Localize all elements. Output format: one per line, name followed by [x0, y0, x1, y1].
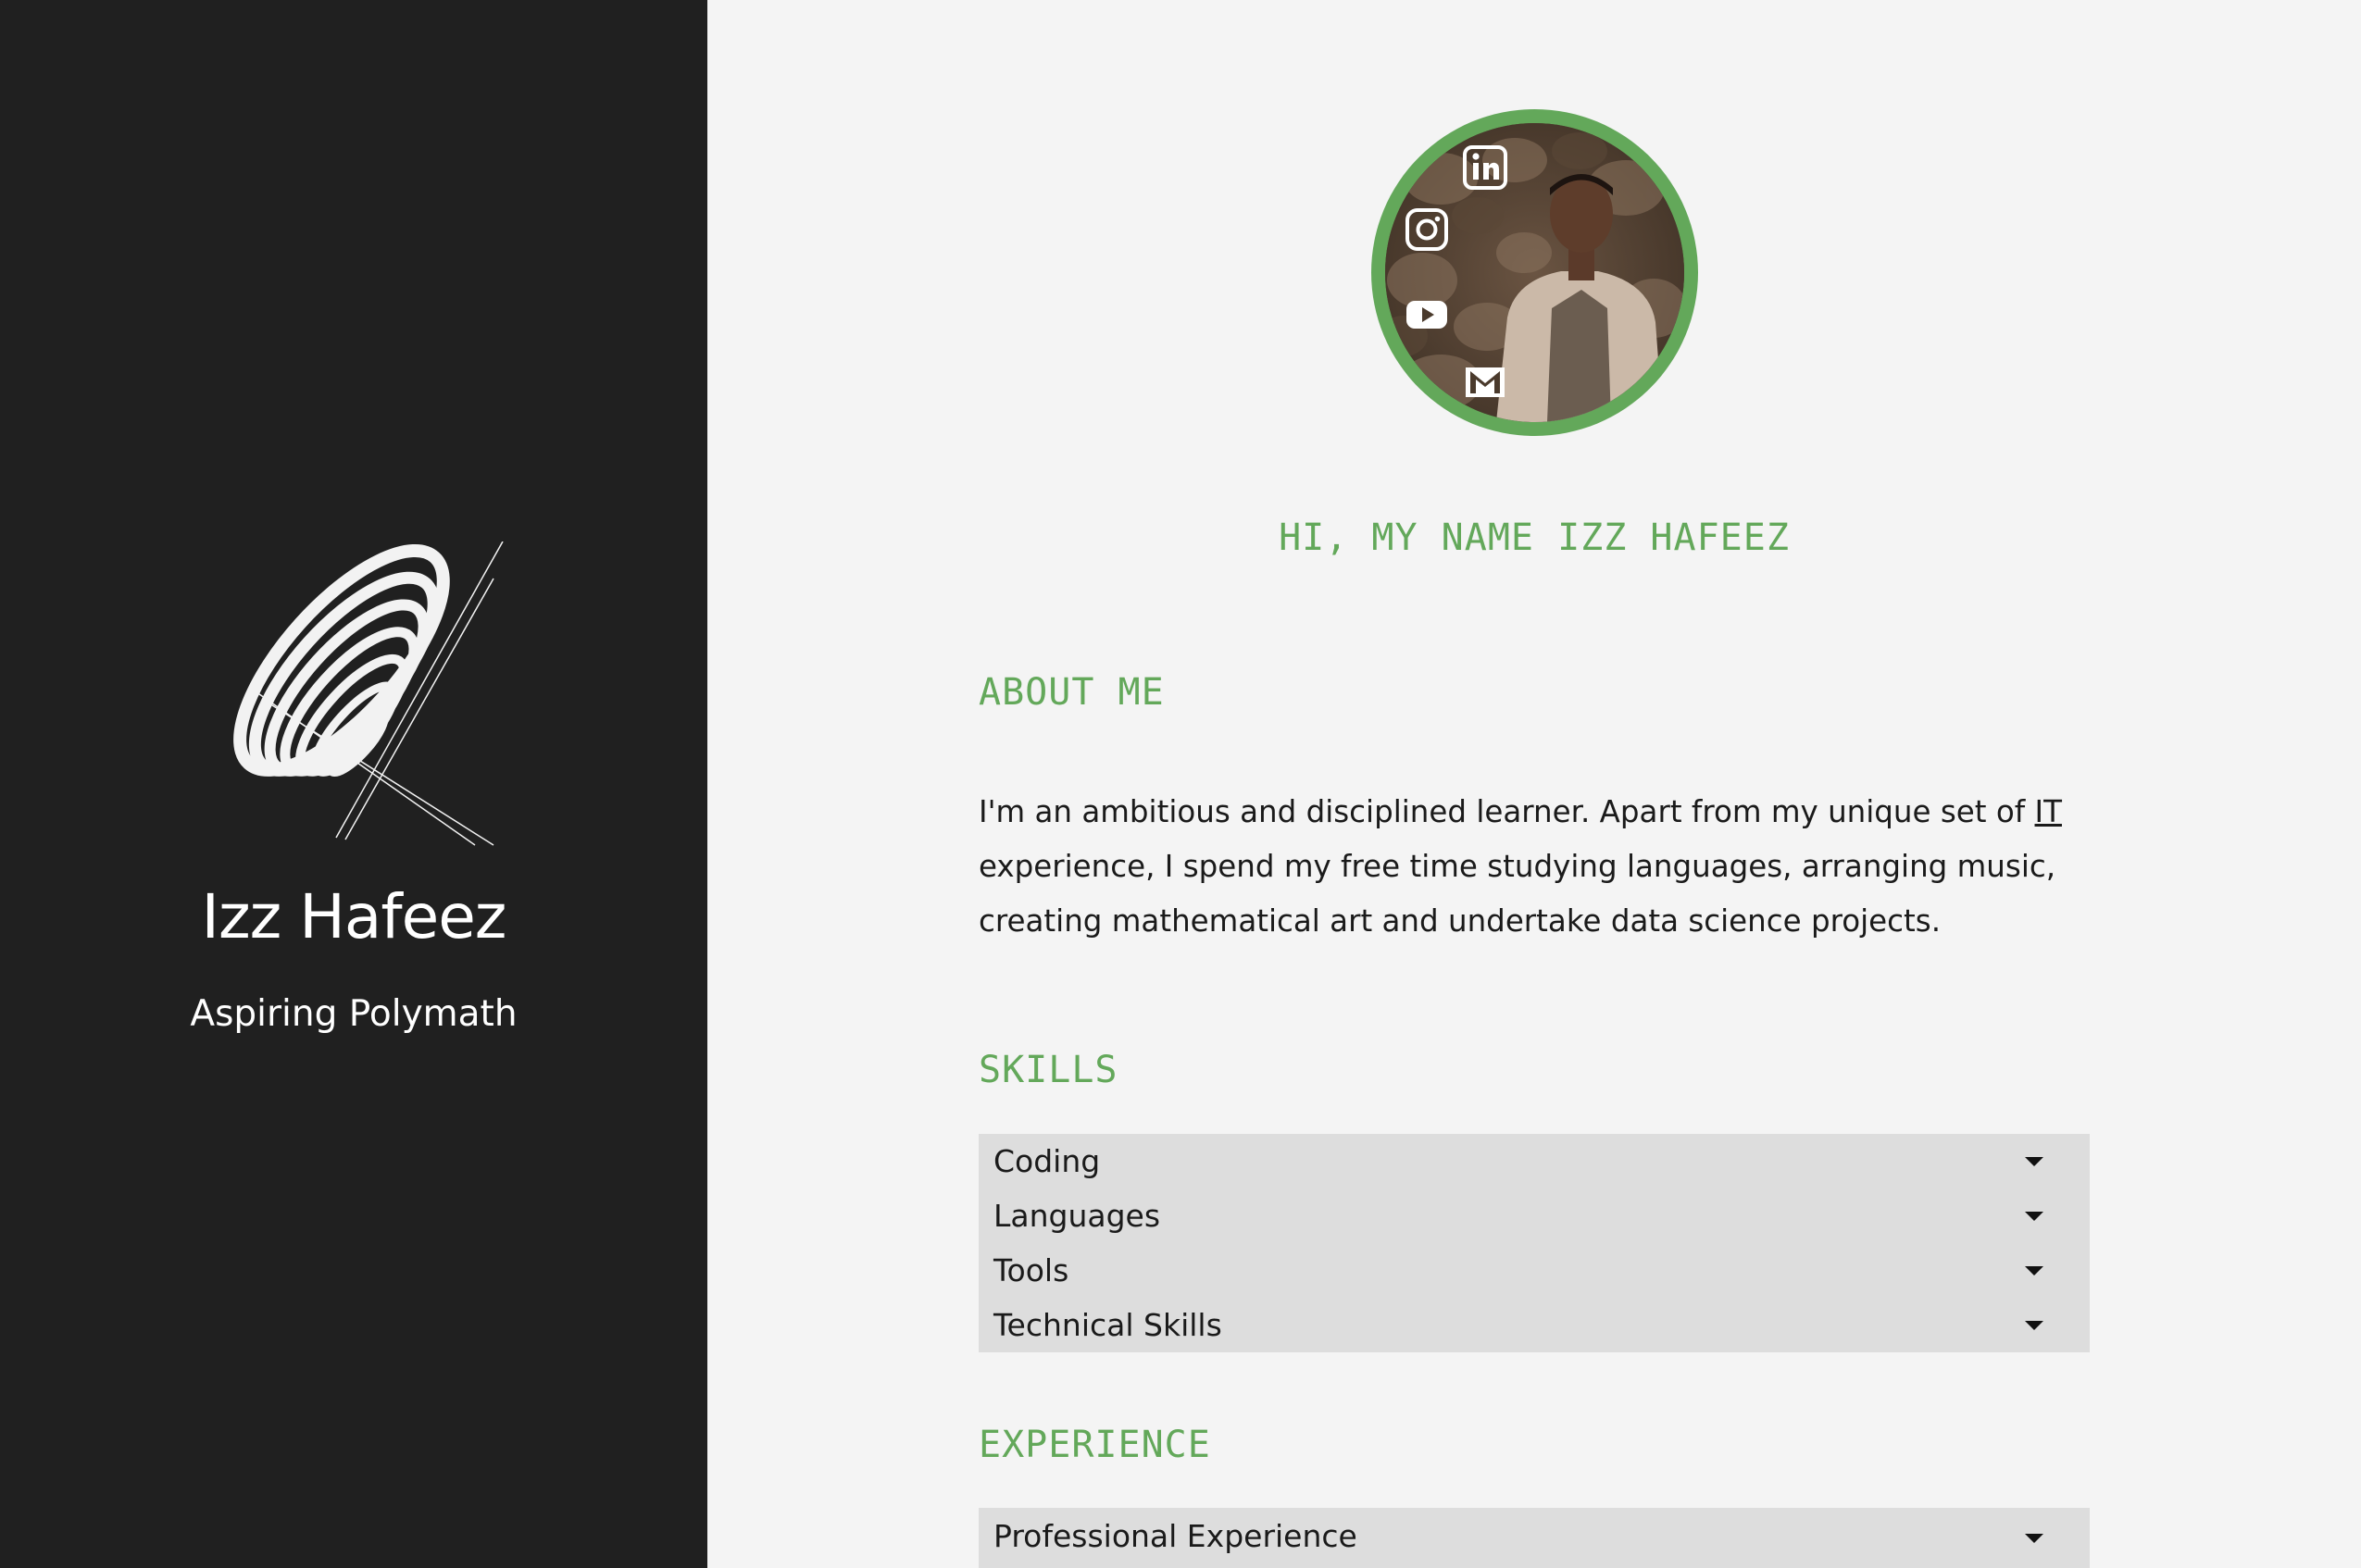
- caret-down-icon: [2025, 1212, 2043, 1221]
- skills-item-label: Technical Skills: [993, 1307, 1222, 1343]
- linkedin-icon[interactable]: [1462, 144, 1508, 191]
- about-text-end: experience, I spend my free time studyin…: [979, 849, 2056, 939]
- about-text-start: I'm an ambitious and disciplined learner…: [979, 794, 2035, 829]
- skills-item-label: Coding: [993, 1143, 1101, 1179]
- caret-down-icon: [2025, 1157, 2043, 1166]
- it-link[interactable]: IT: [2035, 794, 2062, 829]
- skills-item-languages[interactable]: Languages: [979, 1188, 2090, 1243]
- experience-item-professional[interactable]: Professional Experience: [979, 1508, 2090, 1568]
- sidebar: Izz Hafeez Aspiring Polymath: [0, 0, 707, 1568]
- about-paragraph: I'm an ambitious and disciplined learner…: [979, 785, 2108, 949]
- spiral-rings-logo: [233, 541, 504, 846]
- skills-item-label: Tools: [993, 1252, 1069, 1288]
- site-owner-name: Izz Hafeez: [201, 881, 507, 952]
- caret-down-icon: [2025, 1534, 2043, 1543]
- skills-item-technical-skills[interactable]: Technical Skills: [979, 1298, 2090, 1352]
- skills-item-tools[interactable]: Tools: [979, 1243, 2090, 1298]
- main-content: HI, MY NAME IZZ HAFEEZ ABOUT ME I'm an a…: [707, 0, 2361, 1568]
- youtube-icon[interactable]: [1404, 292, 1450, 338]
- site-tagline: Aspiring Polymath: [190, 993, 518, 1035]
- greeting-heading: HI, MY NAME IZZ HAFEEZ: [1279, 516, 1790, 559]
- about-heading: ABOUT ME: [979, 671, 1165, 714]
- profile-photo: [1385, 123, 1684, 422]
- experience-accordion: Professional Experience: [979, 1508, 2090, 1568]
- gmail-icon[interactable]: [1462, 359, 1508, 405]
- skills-accordion: Coding Languages Tools Technical Skills: [979, 1134, 2090, 1352]
- profile-avatar-ring: [1371, 109, 1698, 436]
- caret-down-icon: [2025, 1321, 2043, 1330]
- experience-heading: EXPERIENCE: [979, 1424, 1211, 1466]
- profile-photo-illustration: [1385, 123, 1684, 422]
- experience-item-label: Professional Experience: [993, 1518, 1357, 1554]
- caret-down-icon: [2025, 1266, 2043, 1276]
- instagram-icon[interactable]: [1404, 206, 1450, 253]
- skills-item-label: Languages: [993, 1198, 1161, 1234]
- skills-heading: SKILLS: [979, 1049, 1118, 1091]
- skills-item-coding[interactable]: Coding: [979, 1134, 2090, 1188]
